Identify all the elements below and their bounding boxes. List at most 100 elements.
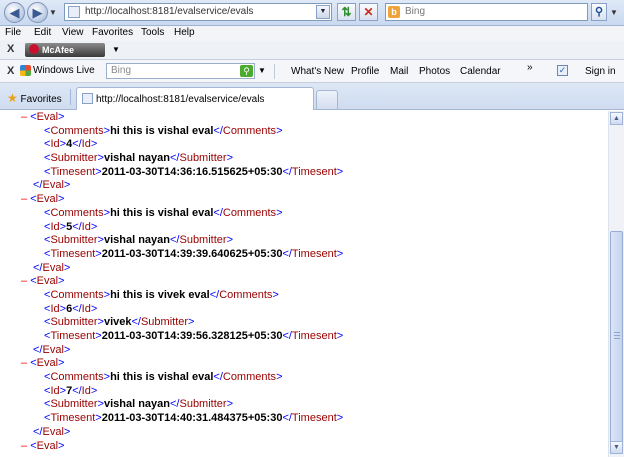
close-toolbar-icon[interactable]: X (7, 43, 14, 55)
xml-line: – <Eval> (0, 357, 608, 371)
xml-bracket: > (63, 261, 71, 274)
xml-line: </Eval> (0, 262, 608, 276)
vertical-scrollbar[interactable]: ▲ ▼ (608, 111, 624, 457)
xml-bracket: </ (72, 220, 82, 233)
close-live-toolbar-icon[interactable]: X (7, 65, 14, 77)
xml-bracket: > (58, 111, 65, 123)
xml-tag-name: Eval (36, 439, 59, 452)
xml-tag-name: Id (81, 220, 91, 233)
xml-tag-name: Comments (50, 288, 104, 301)
new-tab-button[interactable] (316, 90, 338, 109)
collapse-minus-icon[interactable]: – (21, 111, 27, 123)
xml-line: – <Eval> (0, 275, 608, 289)
xml-bracket: > (336, 247, 344, 260)
xml-bracket: </ (72, 138, 82, 151)
scroll-up-arrow-icon[interactable]: ▲ (610, 112, 623, 125)
menu-file[interactable]: File (5, 27, 21, 38)
live-search-input[interactable]: Bing ⚲ (106, 63, 255, 79)
xml-line: <Comments>hi this is vishal eval</Commen… (0, 125, 608, 139)
xml-bracket: > (226, 152, 233, 165)
checkmark-icon[interactable]: ✓ (557, 65, 568, 76)
xml-bracket: > (58, 275, 65, 288)
xml-bracket: </ (213, 371, 223, 384)
xml-bracket: > (276, 206, 283, 219)
xml-tag-name: Comments (50, 124, 104, 137)
live-search-dropdown-icon[interactable]: ▼ (258, 66, 266, 75)
collapse-minus-icon[interactable]: – (21, 440, 27, 452)
live-link-mail[interactable]: Mail (390, 66, 408, 77)
mcafee-toolbar: X McAfee ▼ (0, 41, 624, 60)
collapse-minus-icon[interactable]: – (21, 357, 27, 369)
grip-line (614, 338, 620, 339)
xml-tag-name: Timesent (291, 412, 337, 425)
live-search-icon[interactable]: ⚲ (240, 65, 253, 77)
xml-tag-name: Comments (222, 206, 277, 219)
windows-live-toolbar: X Windows Live Bing ⚲ ▼ What's New Profi… (0, 60, 624, 83)
xml-tag-name: Submitter (50, 316, 98, 329)
xml-tag-name: Timesent (291, 165, 337, 178)
forward-button[interactable]: ▶ (27, 2, 48, 23)
sign-in-link[interactable]: Sign in (585, 66, 616, 77)
xml-line: <Id>5</Id> (0, 221, 608, 235)
xml-bracket: > (226, 398, 233, 411)
scroll-thumb[interactable] (610, 231, 623, 445)
address-field[interactable]: http://localhost:8181/evalservice/evals … (64, 3, 332, 21)
xml-line: <Submitter>vishal nayan</Submitter> (0, 398, 608, 412)
xml-value: hi this is vishal eval (110, 124, 214, 137)
xml-tag-name: Eval (36, 111, 59, 123)
search-button[interactable]: ⚲ (591, 3, 607, 21)
mcafee-button[interactable]: McAfee (25, 43, 105, 57)
xml-tag-name: Eval (42, 179, 64, 192)
menu-favorites[interactable]: Favorites (92, 27, 133, 38)
favorites-button[interactable]: ★ Favorites (7, 91, 62, 105)
separator (274, 64, 275, 79)
mcafee-dropdown-icon[interactable]: ▼ (112, 45, 120, 54)
refresh-icon: ⇅ (341, 5, 352, 19)
xml-tag-name: Timesent (50, 330, 96, 342)
xml-bracket: > (63, 425, 71, 438)
refresh-button[interactable]: ⇅ (337, 3, 356, 21)
tab-active[interactable]: http://localhost:8181/evalservice/evals (76, 87, 314, 110)
xml-tag-name: Comments (222, 124, 277, 137)
separator (70, 89, 71, 105)
collapse-minus-icon[interactable]: – (21, 275, 27, 287)
xml-line: <Id>6</Id> (0, 303, 608, 317)
xml-line: – <Eval> (0, 440, 608, 454)
xml-bracket: </ (72, 302, 82, 315)
favorites-label: Favorites (20, 94, 62, 105)
xml-line: – <Eval> (0, 111, 608, 125)
grip-line (614, 335, 620, 336)
live-link-calendar[interactable]: Calendar (460, 66, 501, 77)
xml-line: <Id>4</Id> (0, 138, 608, 152)
scroll-down-arrow-icon[interactable]: ▼ (610, 441, 623, 454)
mcafee-label: McAfee (42, 45, 75, 55)
search-options-icon[interactable]: ▼ (610, 8, 618, 17)
xml-bracket: > (336, 330, 344, 342)
collapse-minus-icon[interactable]: – (21, 193, 27, 205)
xml-bracket: </ (72, 384, 82, 397)
address-dropdown-icon[interactable]: ▼ (316, 5, 330, 19)
xml-tag-name: Timesent (291, 247, 337, 260)
history-dropdown-icon[interactable]: ▼ (49, 8, 57, 17)
menu-edit[interactable]: Edit (34, 27, 51, 38)
live-link-whats-new[interactable]: What's New (291, 66, 344, 77)
back-button[interactable]: ◀ (4, 2, 25, 23)
xml-tag-name: Id (50, 384, 60, 397)
back-arrow-icon: ◀ (9, 5, 20, 20)
stop-button[interactable]: ✕ (359, 3, 378, 21)
xml-tag-name: Submitter (179, 152, 227, 165)
xml-line: <Id>7</Id> (0, 385, 608, 399)
live-link-profile[interactable]: Profile (351, 66, 379, 77)
xml-tag-name: Comments (50, 206, 104, 219)
tab-page-icon (82, 93, 93, 104)
menu-help[interactable]: Help (174, 27, 195, 38)
search-box[interactable]: b Bing (385, 3, 588, 21)
menu-tools[interactable]: Tools (141, 27, 164, 38)
more-chevron-icon[interactable]: » (527, 62, 533, 73)
xml-tag-name: Eval (42, 343, 64, 356)
search-placeholder: Bing (405, 6, 426, 17)
xml-tag-name: Submitter (179, 398, 227, 411)
live-link-photos[interactable]: Photos (419, 66, 450, 77)
menu-view[interactable]: View (62, 27, 84, 38)
xml-tag-name: Timesent (50, 247, 96, 260)
